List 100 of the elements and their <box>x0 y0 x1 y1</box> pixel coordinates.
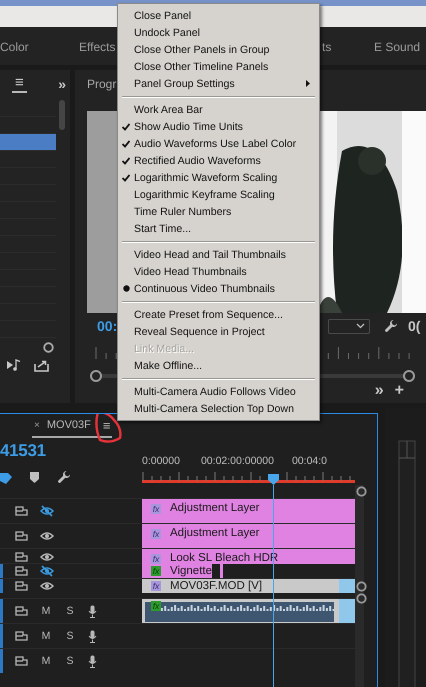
add-button[interactable]: + <box>394 382 404 400</box>
fx-badge: fx <box>151 601 161 611</box>
menu-item[interactable]: Close Other Timeline Panels <box>118 58 319 75</box>
chevron-down-icon[interactable] <box>356 323 365 329</box>
clip-label: MOV03F.MOD [V] <box>170 580 262 592</box>
next-clip[interactable] <box>339 599 355 623</box>
menu-item[interactable]: Rectified Audio Waveforms <box>118 152 319 169</box>
snap-icon[interactable] <box>0 470 12 484</box>
panel-menu-button[interactable]: ≡ <box>102 418 110 432</box>
menu-item[interactable]: Close Other Panels in Group <box>118 41 319 58</box>
workspace-tab[interactable]: ts <box>322 38 332 54</box>
fx-badge: fx <box>151 504 161 514</box>
close-button[interactable]: × <box>34 420 40 430</box>
timecode: 00: <box>97 318 118 334</box>
track-output-icon[interactable] <box>15 506 28 516</box>
microphone-icon[interactable] <box>88 604 97 618</box>
zoom-handle-icon[interactable] <box>43 342 54 352</box>
menu-item[interactable]: Video Head Thumbnails <box>118 263 319 280</box>
vertical-scrollbar[interactable] <box>355 485 364 687</box>
menu-item[interactable]: Multi-Camera Selection Top Down <box>118 400 319 417</box>
time-label: 0:00000 <box>142 455 180 467</box>
menu-item[interactable]: Undock Panel <box>118 24 319 41</box>
play-note-icon[interactable] <box>6 358 22 372</box>
track-output-icon[interactable] <box>15 552 28 562</box>
video-clip[interactable]: fx Vignette <box>142 564 212 578</box>
fx-badge: fx <box>151 554 161 564</box>
menu-item[interactable]: Logarithmic Waveform Scaling <box>118 169 319 186</box>
fx-badge: fx <box>151 581 161 591</box>
menu-item[interactable]: Show Audio Time Units <box>118 118 319 135</box>
playhead-handle[interactable] <box>268 474 279 485</box>
audio-clip[interactable]: fx <box>142 599 339 623</box>
check-icon <box>122 157 130 165</box>
scrollbar-thumb[interactable] <box>59 100 65 130</box>
wrench-icon[interactable] <box>57 470 71 484</box>
clip-fragment[interactable] <box>220 564 223 578</box>
tab-label: MOV03F <box>46 419 91 431</box>
menu-item[interactable]: Start Time... <box>118 220 319 237</box>
menu-item[interactable]: Panel Group Settings <box>118 75 319 92</box>
time-label: 00:04:0 <box>292 455 328 467</box>
hidden-eye-icon[interactable] <box>40 505 54 517</box>
timecode: 41531 <box>0 441 47 461</box>
workspace-tab[interactable]: Color <box>0 38 29 54</box>
check-icon <box>122 140 130 148</box>
menu-item[interactable]: Create Preset from Sequence... <box>118 306 319 323</box>
clip-label: Vignette <box>170 565 212 577</box>
menu-item[interactable]: Multi-Camera Audio Follows Video <box>118 383 319 400</box>
clip-label: Adjustment Layer <box>170 527 260 539</box>
menu-item[interactable]: Audio Waveforms Use Label Color <box>118 135 319 152</box>
menu-item[interactable]: Make Offline... <box>118 357 319 374</box>
menu-item[interactable]: Video Head and Tail Thumbnails <box>118 246 319 263</box>
wrench-icon[interactable] <box>384 319 398 333</box>
fx-badge: fx <box>151 566 161 576</box>
menu-item[interactable]: Continuous Video Thumbnails <box>118 280 319 297</box>
solo-button[interactable]: S <box>64 655 76 667</box>
video-clip[interactable]: fx Adjustment Layer <box>142 524 355 548</box>
eye-icon[interactable] <box>40 531 54 541</box>
scrub-bar[interactable] <box>320 369 416 383</box>
scroll-handle-icon[interactable] <box>356 486 367 497</box>
check-icon <box>122 123 130 131</box>
workspace-tab[interactable]: E Sound <box>374 38 420 54</box>
panel-title[interactable]: Progr <box>87 76 116 90</box>
fx-badge: fx <box>151 529 161 539</box>
scroll-handle-icon[interactable] <box>356 593 367 604</box>
track-output-icon[interactable] <box>15 531 28 541</box>
sequence-tab[interactable]: × MOV03F ≡ <box>32 414 112 438</box>
menu-item[interactable]: Logarithmic Keyframe Scaling <box>118 186 319 203</box>
eye-icon[interactable] <box>40 552 54 562</box>
overflow-button[interactable]: » <box>374 382 384 400</box>
mute-button[interactable]: M <box>40 655 52 667</box>
menu-item[interactable]: Reveal Sequence in Project <box>118 323 319 340</box>
microphone-icon[interactable] <box>88 630 97 642</box>
check-icon <box>122 174 130 182</box>
panel-menu-tab[interactable]: ≡ <box>12 74 27 92</box>
eye-icon[interactable] <box>40 581 54 591</box>
video-clip[interactable]: fx Adjustment Layer <box>142 499 355 523</box>
end-timecode: 0( <box>408 318 422 334</box>
clip-label: Adjustment Layer <box>170 502 260 514</box>
menu-item[interactable]: Time Ruler Numbers <box>118 203 319 220</box>
track-output-icon[interactable] <box>15 631 28 641</box>
video-clip[interactable]: fx MOV03F.MOD [V] <box>142 579 339 593</box>
track-output-icon[interactable] <box>15 606 28 616</box>
tray-arrow-icon[interactable] <box>34 358 49 372</box>
track-output-icon[interactable] <box>15 656 28 666</box>
microphone-icon[interactable] <box>88 654 97 668</box>
solo-button[interactable]: S <box>64 630 76 642</box>
overflow-button[interactable]: » <box>58 76 66 92</box>
time-label: 00:02:00:00000 <box>200 455 274 467</box>
track-output-icon[interactable] <box>15 581 28 591</box>
list-row[interactable] <box>0 134 56 151</box>
mute-button[interactable]: M <box>40 630 52 642</box>
next-clip[interactable] <box>339 579 355 593</box>
hidden-eye-icon[interactable] <box>40 565 54 577</box>
scrub-handle[interactable] <box>89 369 117 383</box>
track-output-icon[interactable] <box>15 566 28 576</box>
workspace-tab[interactable]: Effects <box>79 38 116 54</box>
marker-icon[interactable] <box>30 472 39 482</box>
solo-button[interactable]: S <box>64 605 76 617</box>
scroll-handle-icon[interactable] <box>356 581 367 592</box>
mute-button[interactable]: M <box>40 605 52 617</box>
menu-item[interactable]: Work Area Bar <box>118 101 319 118</box>
